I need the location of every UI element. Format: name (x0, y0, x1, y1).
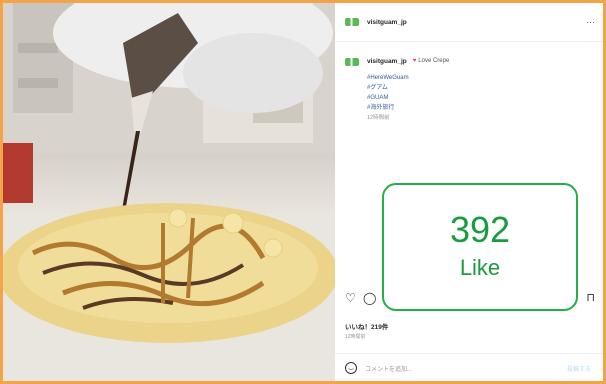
post-comment-button[interactable]: 投稿する (567, 364, 591, 373)
instagram-post-frame: visitguam_jp ··· visitguam_jp ♥ Love Cre… (3, 3, 603, 381)
comment-bar: ‿ コメントを追加... 投稿する (335, 353, 603, 381)
comment-icon[interactable]: ◯ (363, 291, 376, 305)
header-username[interactable]: visitguam_jp (367, 19, 407, 26)
bookmark-icon[interactable]: ⊓ (586, 291, 595, 304)
avatar[interactable] (345, 18, 359, 26)
crepe-image (3, 3, 335, 381)
like-count-overlay: 392 Like (382, 183, 578, 311)
more-icon[interactable]: ··· (586, 17, 595, 27)
overlay-like-label: Like (459, 255, 501, 280)
heart-icon: ♥ (412, 58, 417, 64)
hashtag[interactable]: #GUAM (367, 93, 585, 103)
like-count-text[interactable]: いいね！219件 (345, 321, 388, 331)
hashtag-list: #HereWeGuam #グアム #GUAM #海外旅行 (367, 73, 585, 113)
comment-input[interactable]: コメントを追加... (365, 364, 412, 373)
heart-outline-icon[interactable]: ♡ (345, 291, 356, 305)
hashtag[interactable]: #HereWeGuam (367, 73, 585, 83)
caption-avatar[interactable] (345, 57, 359, 66)
post-timestamp: 12時間前 (345, 334, 366, 340)
emoji-icon[interactable]: ‿ (345, 362, 357, 374)
overlay-like-number: 392 (449, 209, 511, 250)
post-header: visitguam_jp ··· (335, 3, 603, 42)
hashtag[interactable]: #海外旅行 (367, 103, 585, 113)
hashtag[interactable]: #グアム (367, 83, 585, 93)
caption-text: Love Crepe (418, 58, 450, 64)
post-photo (3, 3, 335, 381)
caption: visitguam_jp ♥ Love Crepe #HereWeGuam #グ… (345, 57, 585, 123)
caption-username[interactable]: visitguam_jp (367, 57, 407, 67)
caption-timestamp: 12時間前 (367, 114, 390, 121)
